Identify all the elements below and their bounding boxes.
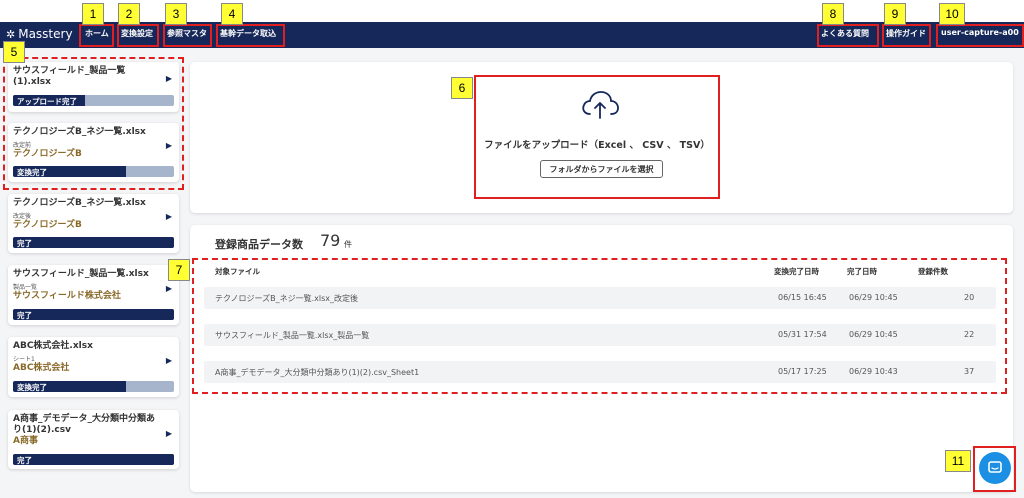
annotation-box-6 — [474, 75, 720, 199]
annotation-tag-9: 9 — [884, 3, 906, 25]
file-name: サウスフィールド_製品一覧.xlsx — [13, 269, 149, 279]
progress-bar: 完了 — [13, 237, 174, 248]
annotation-box-5 — [3, 57, 184, 190]
annotation-box-3 — [163, 24, 212, 47]
progress-bar: 完了 — [13, 454, 174, 465]
logo-text: Masstery — [18, 27, 73, 41]
play-arrow-icon[interactable]: ▶ — [166, 429, 172, 438]
annotation-tag-1: 1 — [82, 3, 104, 25]
registry-unit: 件 — [344, 240, 352, 249]
company-name: A商事 — [13, 436, 38, 446]
annotation-tag-3: 3 — [165, 3, 187, 25]
sheet-label: 改定後 — [13, 213, 32, 220]
progress-bar: 変換完了 — [13, 381, 174, 392]
file-card[interactable]: テクノロジーズB_ネジ一覧.xlsx ▶ 改定後 テクノロジーズB 完了 — [8, 194, 179, 253]
annotation-tag-5: 5 — [3, 41, 25, 63]
file-card[interactable]: サウスフィールド_製品一覧.xlsx ▶ 製品一覧 サウスフィールド株式会社 完… — [8, 265, 179, 325]
annotation-box-7 — [192, 258, 1007, 394]
annotation-tag-6: 6 — [451, 77, 473, 99]
app-logo[interactable]: ✲ Masstery — [6, 27, 73, 41]
play-arrow-icon[interactable]: ▶ — [166, 284, 172, 293]
file-name: テクノロジーズB_ネジ一覧.xlsx — [13, 198, 146, 208]
status-label: 完了 — [17, 239, 32, 248]
annotation-tag-2: 2 — [118, 3, 140, 25]
annotation-box-2 — [117, 24, 159, 47]
registry-count: 79 — [320, 231, 341, 250]
progress-bar: 完了 — [13, 309, 174, 320]
annotation-box-1 — [79, 24, 114, 47]
sheet-label: シート1 — [13, 356, 35, 363]
annotation-tag-4: 4 — [221, 3, 243, 25]
company-name: テクノロジーズB — [13, 220, 82, 230]
status-label: 変換完了 — [17, 383, 47, 392]
status-label: 完了 — [17, 456, 32, 465]
file-card[interactable]: ABC株式会社.xlsx ▶ シート1 ABC株式会社 変換完了 — [8, 337, 179, 397]
annotation-box-8 — [817, 24, 879, 47]
registry-title: 登録商品データ数 — [215, 238, 303, 251]
annotation-box-4 — [216, 24, 285, 47]
play-arrow-icon[interactable]: ▶ — [166, 212, 172, 221]
play-arrow-icon[interactable]: ▶ — [166, 356, 172, 365]
file-name: ABC株式会社.xlsx — [13, 341, 93, 351]
logo-mark-icon: ✲ — [6, 27, 16, 41]
annotation-box-10 — [936, 24, 1024, 47]
sheet-label: 製品一覧 — [13, 284, 38, 291]
status-label: 完了 — [17, 311, 32, 320]
annotation-tag-7: 7 — [168, 259, 190, 281]
annotation-box-9 — [882, 24, 931, 47]
company-name: ABC株式会社 — [13, 363, 70, 373]
annotation-tag-10: 10 — [939, 3, 965, 25]
annotation-tag-8: 8 — [822, 3, 844, 25]
file-name: A商事_デモデータ_大分類中分類あり(1)(2).csv — [13, 414, 155, 435]
file-card[interactable]: A商事_デモデータ_大分類中分類あり(1)(2).csv ▶ A商事 完了 — [8, 410, 179, 469]
company-name: サウスフィールド株式会社 — [13, 291, 121, 301]
annotation-tag-11: 11 — [945, 450, 971, 472]
annotation-box-11 — [973, 446, 1016, 492]
